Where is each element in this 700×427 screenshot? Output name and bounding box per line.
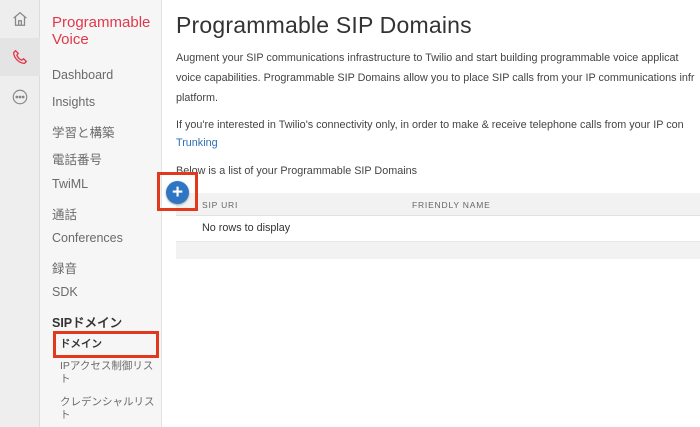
sidebar-item-twiml[interactable]: TwiML xyxy=(52,177,88,191)
annotation-highlight-add xyxy=(157,172,198,211)
trunking-link[interactable]: Trunking xyxy=(176,133,218,153)
sidebar-item-recordings[interactable]: 録音 xyxy=(52,258,77,277)
intro-line-3: platform. xyxy=(176,92,219,104)
product-title: Programmable Voice xyxy=(52,14,151,48)
page-title: Programmable SIP Domains xyxy=(176,12,472,38)
icon-rail xyxy=(0,0,40,427)
annotation-highlight-domains xyxy=(53,331,159,358)
column-friendly-name[interactable]: FRIENDLY NAME xyxy=(412,200,491,210)
phone-icon xyxy=(13,49,28,64)
sidebar-item-dashboard[interactable]: Dashboard xyxy=(52,68,113,82)
sidebar-subitem-ip-acl[interactable]: IPアクセス制御リスト xyxy=(60,360,160,386)
empty-table-message: No rows to display xyxy=(202,222,291,234)
table-footer xyxy=(176,242,700,259)
more-button[interactable] xyxy=(0,78,40,116)
table-header: SIP URI FRIENDLY NAME xyxy=(176,193,700,216)
home-button[interactable] xyxy=(0,0,40,38)
sidebar-item-sip-domains[interactable]: SIPドメイン xyxy=(52,312,122,331)
sidebar-subitem-credential-lists[interactable]: クレデンシャルリスト xyxy=(60,396,160,422)
intro-line-1: Augment your SIP communications infrastr… xyxy=(176,52,679,64)
main-content: Programmable SIP Domains Augment your SI… xyxy=(162,0,700,427)
sidebar-item-sdk[interactable]: SDK xyxy=(52,285,78,299)
sidebar-item-phone-numbers[interactable]: 電話番号 xyxy=(52,149,102,168)
intro-line-2: voice capabilities. Programmable SIP Dom… xyxy=(176,72,695,84)
more-icon xyxy=(12,89,28,105)
connectivity-line-1: If you're interested in Twilio's connect… xyxy=(176,119,684,131)
voice-button[interactable] xyxy=(0,38,40,76)
sidebar-item-insights[interactable]: Insights xyxy=(52,95,95,109)
home-icon xyxy=(13,11,27,26)
sidebar-item-calls[interactable]: 通話 xyxy=(52,204,77,223)
column-sip-uri[interactable]: SIP URI xyxy=(202,200,238,210)
sidebar-item-learn-build[interactable]: 学習と構築 xyxy=(52,122,115,141)
sidebar-item-conferences[interactable]: Conferences xyxy=(52,231,123,245)
table-empty-row: No rows to display xyxy=(176,216,700,242)
list-intro: Below is a list of your Programmable SIP… xyxy=(176,165,418,177)
product-sidebar: Programmable Voice Dashboard Insights 学習… xyxy=(40,0,162,427)
